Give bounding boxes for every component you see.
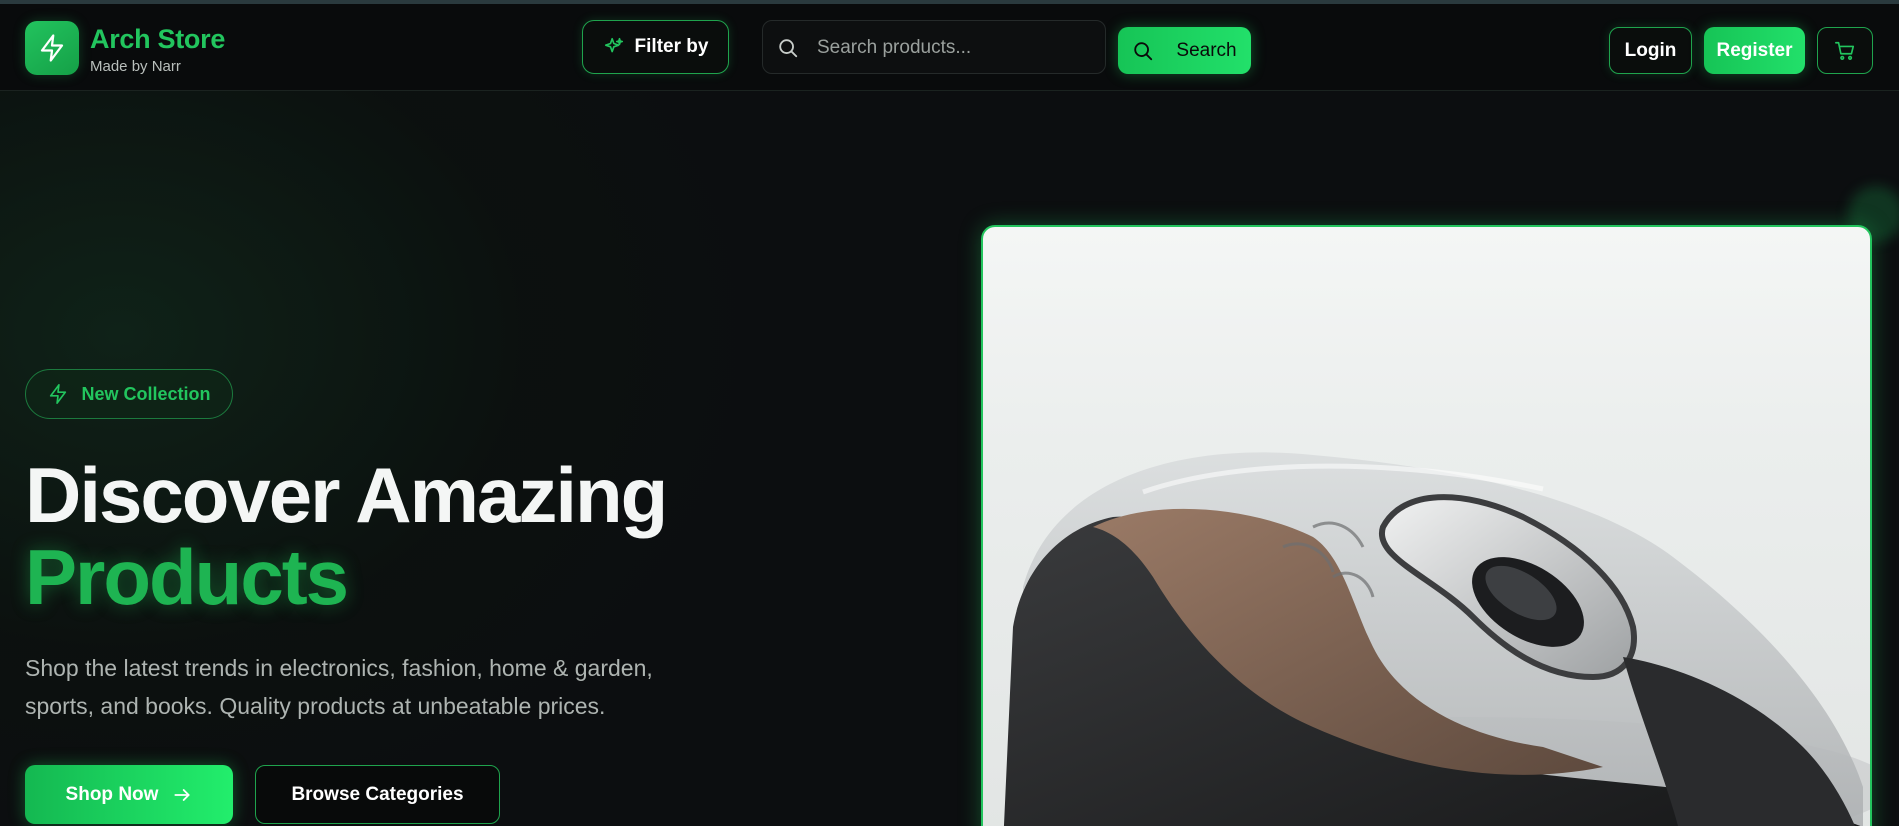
hero-title-accent: Products <box>25 533 349 621</box>
shop-now-label: Shop Now <box>65 783 159 805</box>
hero-product-image[interactable] <box>981 225 1872 826</box>
search-icon <box>779 39 798 58</box>
lightning-icon <box>50 384 67 404</box>
register-button[interactable]: Register <box>1704 27 1805 74</box>
browse-categories-button[interactable]: Browse Categories <box>255 765 500 824</box>
brand-name[interactable]: Arch Store <box>90 24 225 55</box>
filter-label: Filter by <box>634 36 709 57</box>
search-button-label: Search <box>1176 39 1237 61</box>
top-navbar: Arch Store Made by Narr Filter by Search… <box>0 4 1899 91</box>
new-collection-badge: New Collection <box>25 369 233 419</box>
search-button[interactable]: Search <box>1118 27 1251 74</box>
lightning-icon <box>40 34 64 62</box>
search-input[interactable] <box>817 31 1097 65</box>
hero-description: Shop the latest trends in electronics, f… <box>25 655 653 719</box>
sparkles-icon <box>604 37 623 53</box>
brand-subtitle: Made by Narr <box>90 58 181 75</box>
cart-button[interactable] <box>1817 27 1873 74</box>
search-icon <box>1134 41 1153 60</box>
login-button[interactable]: Login <box>1609 27 1692 74</box>
filter-button[interactable]: Filter by <box>582 20 729 74</box>
badge-label: New Collection <box>81 383 211 404</box>
cart-icon <box>1835 41 1855 60</box>
hero-title: Discover Amazing <box>25 451 668 539</box>
page: Arch Store Made by Narr Filter by Search… <box>0 0 1899 826</box>
shop-now-button[interactable]: Shop Now <box>25 765 233 824</box>
search-box <box>762 20 1106 74</box>
arrow-right-icon <box>174 788 191 801</box>
computer-mouse-image <box>1003 452 1870 826</box>
logo[interactable] <box>25 21 79 75</box>
